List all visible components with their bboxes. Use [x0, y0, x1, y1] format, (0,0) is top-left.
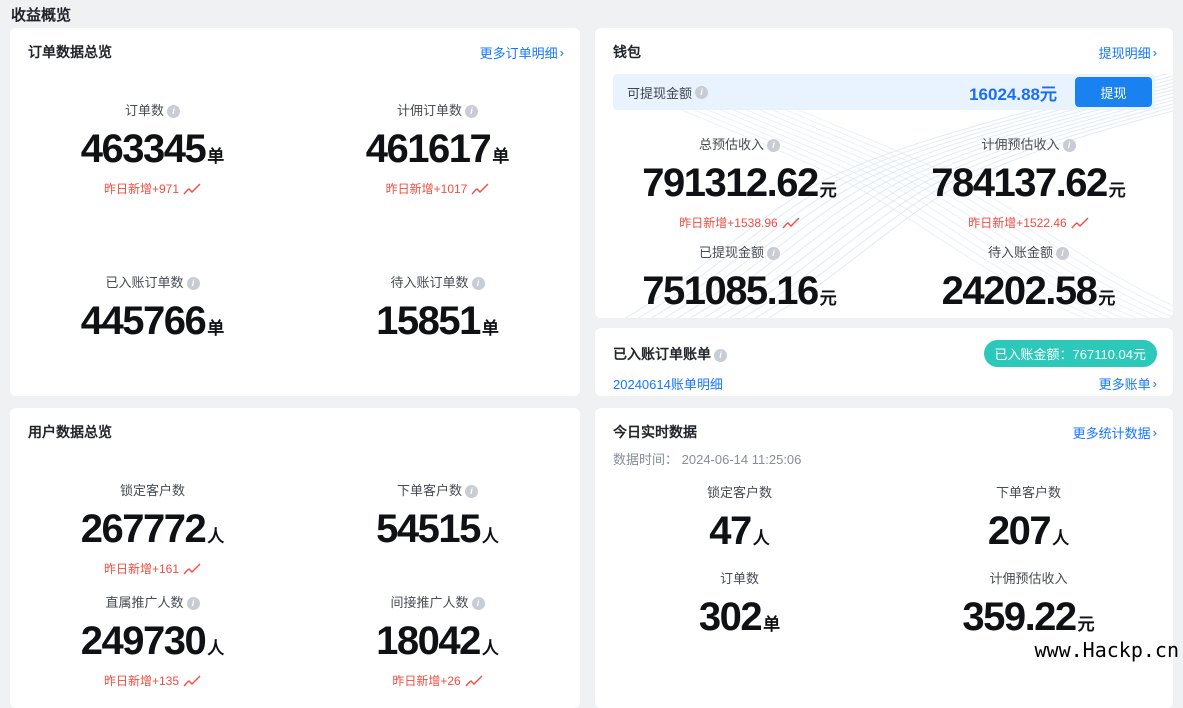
wallet-card: 钱包 提现明细 可提现金额 16024.88元 提现 总预估收入 791312.…: [595, 28, 1173, 318]
trend-up-icon: [782, 217, 800, 229]
data-time-label: 数据时间：: [613, 452, 678, 467]
trend-up-icon: [183, 183, 201, 195]
delta-yesterday: 昨日新增+1017: [295, 181, 580, 196]
stat-total-estimated-income: 总预估收入 791312.62元 昨日新增+1538.96: [595, 134, 884, 230]
info-icon[interactable]: [187, 277, 200, 290]
stat-today-order-count: 订单数 302单: [595, 568, 884, 638]
info-icon[interactable]: [187, 597, 200, 610]
stat-commission-estimated-income: 计佣预估收入 784137.62元 昨日新增+1522.46: [884, 134, 1173, 230]
user-card-header: 用户数据总览: [10, 408, 580, 442]
stat-commission-order-count: 计佣订单数 461617单 昨日新增+1017: [295, 100, 580, 196]
bill-detail-link[interactable]: 20240614账单明细: [613, 374, 723, 393]
chevron-right-icon: [560, 45, 564, 60]
delta-yesterday: 昨日新增+971: [10, 181, 295, 196]
info-icon[interactable]: [465, 485, 478, 498]
order-card-title: 订单数据总览: [28, 42, 112, 62]
wallet-stats-grid: 总预估收入 791312.62元 昨日新增+1538.96 计佣预估收入 784…: [595, 134, 1173, 312]
wallet-card-title: 钱包: [613, 42, 641, 62]
today-realtime-card: 今日实时数据 更多统计数据 数据时间： 2024-06-14 11:25:06 …: [595, 408, 1173, 708]
stat-today-locked-customers: 锁定客户数 47人: [595, 482, 884, 552]
today-card-header: 今日实时数据 更多统计数据: [595, 408, 1173, 442]
trend-up-icon: [471, 183, 489, 195]
info-icon[interactable]: [767, 139, 780, 152]
info-icon[interactable]: [1063, 139, 1076, 152]
trend-up-icon: [183, 563, 201, 575]
settled-bill-card: 已入账订单账单 已入账金额：767110.04元 20240614账单明细 更多…: [595, 328, 1173, 396]
withdrawable-amount-row: 可提现金额 16024.88元 提现: [613, 74, 1155, 110]
stat-today-ordering-customers: 下单客户数 207人: [884, 482, 1173, 552]
delta-yesterday: 昨日新增+1522.46: [884, 215, 1173, 230]
withdraw-details-link[interactable]: 提现明细: [1099, 43, 1157, 62]
chevron-right-icon: [1153, 425, 1157, 440]
delta-yesterday: 昨日新增+161: [10, 561, 295, 576]
trend-up-icon: [183, 675, 201, 687]
data-time-value: 2024-06-14 11:25:06: [682, 452, 802, 467]
stat-direct-promoters: 直属推广人数 249730人 昨日新增+135: [10, 592, 295, 688]
more-bills-link[interactable]: 更多账单: [1099, 374, 1157, 393]
stat-settled-order-count: 已入账订单数 445766单: [10, 272, 295, 342]
watermark: www.Hackp.cn: [1035, 638, 1180, 662]
info-icon[interactable]: [167, 105, 180, 118]
today-card-title: 今日实时数据: [613, 422, 697, 442]
withdrawable-amount-label: 可提现金额: [627, 83, 692, 102]
user-stats-grid: 锁定客户数 267772人 昨日新增+161 下单客户数 54515人 直属推广…: [10, 480, 580, 688]
order-card-header: 订单数据总览 更多订单明细: [10, 28, 580, 62]
today-stats-grid: 锁定客户数 47人 下单客户数 207人 订单数 302单 计佣预估收入 359…: [595, 482, 1173, 638]
stat-ordering-customers: 下单客户数 54515人: [295, 480, 580, 576]
bill-title-row: 已入账订单账单 已入账金额：767110.04元: [613, 340, 1157, 367]
data-time-row: 数据时间： 2024-06-14 11:25:06: [595, 442, 1173, 468]
trend-up-icon: [465, 675, 483, 687]
info-icon[interactable]: [695, 86, 708, 99]
stat-order-count: 订单数 463345单 昨日新增+971: [10, 100, 295, 196]
more-order-details-link[interactable]: 更多订单明细: [480, 43, 564, 62]
chevron-right-icon: [1153, 376, 1157, 391]
info-icon[interactable]: [472, 597, 485, 610]
user-card-title: 用户数据总览: [28, 422, 112, 442]
more-statistics-link[interactable]: 更多统计数据: [1073, 423, 1157, 442]
stat-pending-amount: 待入账金额 24202.58元: [884, 242, 1173, 312]
info-icon[interactable]: [472, 277, 485, 290]
delta-yesterday: 昨日新增+26: [295, 673, 580, 688]
settled-amount-badge: 已入账金额：767110.04元: [984, 340, 1158, 367]
withdrawable-amount-value: 16024.88元: [969, 80, 1057, 105]
trend-up-icon: [1071, 217, 1089, 229]
info-icon[interactable]: [714, 349, 727, 362]
stat-indirect-promoters: 间接推广人数 18042人 昨日新增+26: [295, 592, 580, 688]
info-icon[interactable]: [1056, 247, 1069, 260]
stat-today-commission-income: 计佣预估收入 359.22元: [884, 568, 1173, 638]
bill-links-row: 20240614账单明细 更多账单: [613, 374, 1157, 393]
stat-pending-order-count: 待入账订单数 15851单: [295, 272, 580, 342]
stat-locked-customers: 锁定客户数 267772人 昨日新增+161: [10, 480, 295, 576]
page-title: 收益概览: [11, 4, 71, 25]
order-data-card: 订单数据总览 更多订单明细 订单数 463345单 昨日新增+971 计佣订单数…: [10, 28, 580, 396]
withdraw-button[interactable]: 提现: [1075, 77, 1152, 107]
delta-yesterday: 昨日新增+1538.96: [595, 215, 884, 230]
chevron-right-icon: [1153, 45, 1157, 60]
delta-yesterday: 昨日新增+135: [10, 673, 295, 688]
user-data-card: 用户数据总览 锁定客户数 267772人 昨日新增+161 下单客户数 5451…: [10, 408, 580, 708]
bill-card-title: 已入账订单账单: [613, 346, 711, 362]
info-icon[interactable]: [465, 105, 478, 118]
info-icon[interactable]: [767, 247, 780, 260]
stat-withdrawn-amount: 已提现金额 751085.16元: [595, 242, 884, 312]
wallet-card-header: 钱包 提现明细: [595, 28, 1173, 62]
order-stats-grid: 订单数 463345单 昨日新增+971 计佣订单数 461617单 昨日新增+…: [10, 100, 580, 342]
